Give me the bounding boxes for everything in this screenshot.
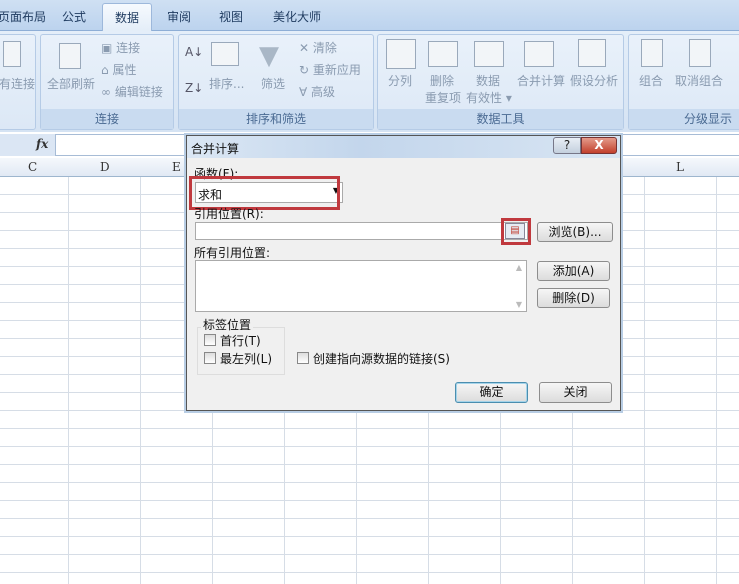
add-button[interactable]: 添加(A): [537, 261, 610, 281]
tab-view[interactable]: 视图: [219, 8, 243, 25]
advanced-button[interactable]: ∀ 高级: [299, 83, 335, 100]
group-connections: 全部刷新 ▣ 连接 ⌂ 属性 ∞ 编辑链接 连接: [40, 34, 174, 130]
delete-button[interactable]: 删除(D): [537, 288, 610, 308]
group-label: 排序和筛选: [179, 109, 373, 129]
dialog-title: 合并计算: [191, 142, 240, 156]
top-row-checkbox[interactable]: [204, 334, 216, 346]
remove-duplicates-button[interactable]: 删除 重复项: [425, 72, 461, 106]
clear-label: 清除: [312, 41, 337, 55]
dialog-titlebar: 合并计算 ? X: [187, 136, 620, 158]
scroll-down-icon[interactable]: ▼: [516, 300, 522, 309]
validation-line1: 数据: [476, 74, 501, 88]
use-labels-label: 标签位置: [201, 316, 254, 333]
what-if-icon: [578, 39, 606, 67]
ok-button[interactable]: 确定: [455, 382, 528, 403]
group-data-tools: 分列 删除 重复项 数据 有效性 ▾ 合并计算 假设分析 数据工具: [377, 34, 624, 130]
text-to-columns-icon: [386, 39, 416, 69]
ribbon: 现有连接 全部刷新 ▣ 连接 ⌂ 属性 ∞ 编辑链接 连接 A↓ Z↓ 排序..…: [0, 31, 739, 132]
edit-links-button[interactable]: ∞ 编辑链接: [101, 83, 163, 100]
column-header-c[interactable]: C: [28, 160, 37, 174]
existing-connections-icon: [3, 41, 21, 67]
group-existing: 现有连接: [0, 34, 36, 130]
left-column-label: 最左列(L): [220, 352, 273, 366]
left-column-checkbox[interactable]: [204, 352, 216, 364]
remove-dup-line1: 删除: [430, 74, 455, 88]
column-header-e[interactable]: E: [172, 160, 181, 174]
close-icon[interactable]: X: [581, 137, 617, 154]
data-validation-button[interactable]: 数据 有效性 ▾: [466, 72, 512, 106]
create-links-checkbox[interactable]: [297, 352, 309, 364]
tab-beautify[interactable]: 美化大师: [273, 8, 321, 25]
refresh-all-icon: [59, 43, 81, 69]
filter-icon: ▼: [259, 41, 279, 71]
consolidate-dialog: 合并计算 ? X 函数(F): 求和 ▼ 引用位置(R): ▤ 浏览(B)...…: [186, 135, 621, 411]
group-label: 数据工具: [378, 109, 623, 129]
reference-input[interactable]: [195, 222, 528, 240]
group-label: 连接: [41, 109, 173, 129]
consolidate-icon: [524, 41, 554, 67]
close-button[interactable]: 关闭: [539, 382, 612, 403]
column-header-l[interactable]: L: [676, 160, 684, 174]
existing-connections-button[interactable]: 现有连接: [0, 75, 35, 92]
top-row-label: 首行(T): [220, 334, 261, 348]
all-references-label: 所有引用位置:: [194, 246, 271, 260]
group-icon: [641, 39, 663, 67]
tab-review[interactable]: 审阅: [167, 8, 191, 25]
filter-button[interactable]: 筛选: [261, 75, 285, 92]
all-references-list[interactable]: ▲ ▼: [195, 260, 527, 312]
clear-button[interactable]: ✕ 清除: [299, 39, 337, 56]
browse-button[interactable]: 浏览(B)...: [537, 222, 613, 242]
column-header-d[interactable]: D: [100, 160, 110, 174]
reference-label: 引用位置(R):: [194, 207, 264, 221]
group-label: 分级显示: [629, 109, 739, 129]
data-validation-icon: [474, 41, 504, 67]
properties-button[interactable]: ⌂ 属性: [101, 61, 136, 78]
tab-page-layout[interactable]: 页面布局: [0, 8, 46, 25]
tab-formulas[interactable]: 公式: [62, 8, 86, 25]
validation-line2: 有效性: [466, 91, 503, 105]
what-if-button[interactable]: 假设分析: [570, 72, 618, 89]
sort-desc-icon[interactable]: Z↓: [185, 81, 203, 95]
advanced-label: 高级: [311, 85, 336, 99]
ribbon-tab-bar: 页面布局 公式 数据 审阅 视图 美化大师: [0, 0, 739, 32]
tab-data[interactable]: 数据: [102, 3, 153, 32]
group-button[interactable]: 组合: [639, 72, 663, 89]
reapply-button[interactable]: ↻ 重新应用: [299, 61, 361, 78]
help-button[interactable]: ?: [553, 137, 581, 154]
connections-button[interactable]: ▣ 连接: [101, 39, 140, 56]
group-sort-filter: A↓ Z↓ 排序... ▼ 筛选 ✕ 清除 ↻ 重新应用 ∀ 高级 排序和筛选: [178, 34, 374, 130]
refresh-all-button[interactable]: 全部刷新: [47, 75, 95, 92]
remove-duplicates-icon: [428, 41, 458, 67]
fx-icon[interactable]: fx: [36, 137, 48, 151]
sort-button[interactable]: 排序...: [209, 75, 244, 92]
text-to-columns-button[interactable]: 分列: [388, 72, 412, 89]
ungroup-button[interactable]: 取消组合: [675, 72, 723, 89]
create-links-label: 创建指向源数据的链接(S): [313, 352, 450, 366]
highlight-box: [501, 218, 531, 245]
group-outline: 组合 取消组合 分级显示: [628, 34, 739, 130]
sort-asc-icon[interactable]: A↓: [185, 45, 203, 59]
scroll-up-icon[interactable]: ▲: [516, 263, 522, 272]
consolidate-button[interactable]: 合并计算: [517, 72, 565, 89]
remove-dup-line2: 重复项: [425, 91, 462, 105]
ungroup-icon: [689, 39, 711, 67]
edit-links-label: 编辑链接: [114, 85, 163, 99]
reapply-label: 重新应用: [312, 63, 361, 77]
sort-icon: [211, 42, 239, 66]
properties-label: 属性: [112, 63, 137, 77]
connections-label: 连接: [116, 41, 141, 55]
